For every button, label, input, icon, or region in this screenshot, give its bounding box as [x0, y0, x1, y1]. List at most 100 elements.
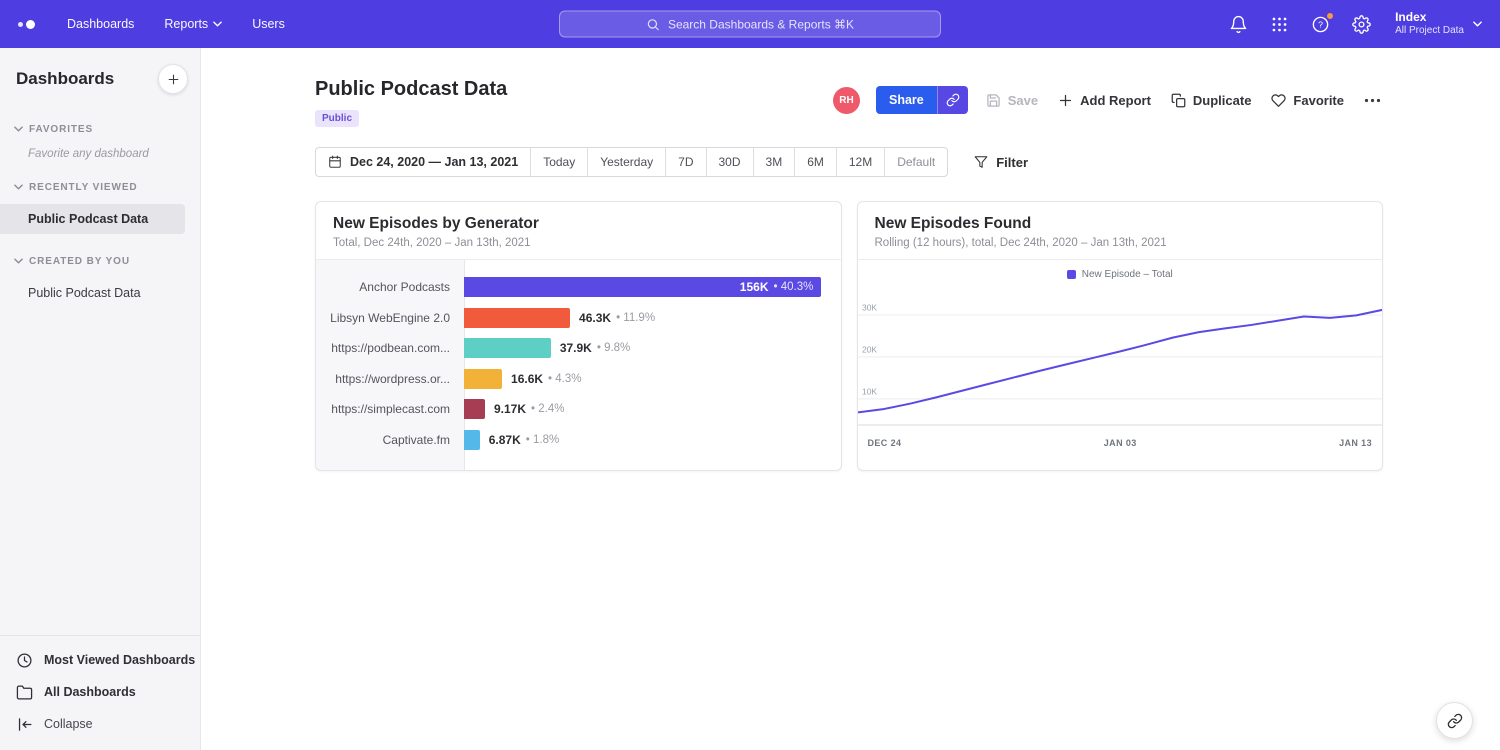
- sidebar-footer: Most Viewed Dashboards All Dashboards Co…: [0, 635, 200, 750]
- heart-icon: [1271, 93, 1286, 108]
- visibility-badge: Public: [315, 110, 359, 127]
- preset-3m[interactable]: 3M: [753, 148, 795, 176]
- preset-default[interactable]: Default: [884, 148, 947, 176]
- x-tick: DEC 24: [868, 438, 902, 448]
- search-placeholder: Search Dashboards & Reports ⌘K: [668, 17, 854, 31]
- svg-text:10K: 10K: [861, 386, 876, 396]
- bar-captivate[interactable]: [464, 430, 480, 450]
- bar-row: Libsyn WebEngine 2.0 46.3K • 11.9%: [316, 303, 841, 334]
- bar-libsyn[interactable]: [464, 308, 570, 328]
- header-actions: RH Share: [833, 78, 1383, 114]
- preset-7d[interactable]: 7D: [665, 148, 705, 176]
- primary-nav: Dashboards Reports Users: [67, 17, 285, 31]
- chevron-down-icon: [14, 184, 23, 190]
- most-viewed-dashboards-button[interactable]: Most Viewed Dashboards: [0, 644, 200, 676]
- bar-simplecast[interactable]: [464, 399, 485, 419]
- save-button[interactable]: Save: [984, 89, 1040, 112]
- clock-icon: [16, 652, 33, 669]
- preset-6m[interactable]: 6M: [794, 148, 836, 176]
- sidebar-item-public-podcast-data-created[interactable]: Public Podcast Data: [0, 278, 185, 308]
- nav-users[interactable]: Users: [252, 17, 285, 31]
- share-group: Share: [876, 86, 968, 114]
- bar-row: https://simplecast.com 9.17K • 2.4%: [316, 394, 841, 425]
- nav-dashboards[interactable]: Dashboards: [67, 17, 134, 31]
- bar-row: https://podbean.com... 37.9K • 9.8%: [316, 333, 841, 364]
- legend-swatch: [1067, 270, 1076, 279]
- mixpanel-logo[interactable]: [16, 16, 37, 33]
- bar-anchor-podcasts[interactable]: 156K • 40.3%: [464, 277, 821, 297]
- share-button[interactable]: Share: [876, 86, 937, 114]
- more-dots-icon: [1364, 98, 1381, 103]
- calendar-icon: [328, 155, 342, 169]
- apps-grid-button[interactable]: [1268, 13, 1291, 36]
- date-range-button[interactable]: Dec 24, 2020 — Jan 13, 2021: [316, 148, 530, 176]
- filter-button[interactable]: Filter: [974, 155, 1028, 170]
- logo-dot-small: [18, 22, 23, 27]
- chart-legend: New Episode – Total: [858, 263, 1383, 285]
- bar-podbean[interactable]: [464, 338, 551, 358]
- search-icon: [646, 17, 660, 31]
- chevron-down-icon: [14, 126, 23, 132]
- help-button[interactable]: ?: [1309, 13, 1332, 36]
- toolbar: Dec 24, 2020 — Jan 13, 2021 Today Yester…: [315, 147, 1383, 177]
- link-icon: [1447, 713, 1463, 729]
- settings-button[interactable]: [1350, 13, 1373, 36]
- project-subtitle: All Project Data: [1395, 25, 1464, 38]
- all-dashboards-button[interactable]: All Dashboards: [0, 676, 200, 708]
- card-title: New Episodes by Generator: [333, 215, 824, 233]
- bar-chart: Anchor Podcasts 156K • 40.3% Libsyn WebE…: [316, 260, 841, 470]
- preset-yesterday[interactable]: Yesterday: [587, 148, 665, 176]
- x-tick: JAN 13: [1339, 438, 1372, 448]
- nav-reports[interactable]: Reports: [164, 17, 222, 31]
- plus-icon: [167, 73, 180, 86]
- favorite-button[interactable]: Favorite: [1269, 89, 1346, 112]
- line-chart[interactable]: 10K20K30K: [858, 285, 1383, 435]
- more-options-button[interactable]: [1362, 92, 1383, 109]
- bell-icon: [1229, 15, 1248, 34]
- line-chart-card: New Episodes Found Rolling (12 hours), t…: [857, 201, 1384, 471]
- x-tick: JAN 03: [1104, 438, 1137, 448]
- svg-text:?: ?: [1318, 19, 1323, 29]
- card-subtitle: Rolling (12 hours), total, Dec 24th, 202…: [875, 237, 1366, 249]
- link-icon: [946, 93, 960, 107]
- preset-30d[interactable]: 30D: [706, 148, 753, 176]
- bar-row: Captivate.fm 6.87K • 1.8%: [316, 425, 841, 456]
- section-created-by-you[interactable]: CREATED BY YOU: [0, 250, 200, 272]
- app-window: Dashboards Reports Users Search Dashboar…: [0, 0, 1500, 750]
- card-subtitle: Total, Dec 24th, 2020 – Jan 13th, 2021: [333, 237, 824, 249]
- project-switcher[interactable]: Index All Project Data: [1395, 10, 1482, 38]
- search-input[interactable]: Search Dashboards & Reports ⌘K: [559, 11, 941, 38]
- section-favorites[interactable]: FAVORITES: [0, 118, 200, 140]
- plus-icon: [1058, 93, 1073, 108]
- gear-icon: [1352, 15, 1371, 34]
- floating-link-button[interactable]: [1436, 702, 1473, 739]
- avatar[interactable]: RH: [833, 87, 860, 114]
- preset-12m[interactable]: 12M: [836, 148, 884, 176]
- x-axis: DEC 24 JAN 03 JAN 13: [858, 435, 1383, 448]
- bar-row: Anchor Podcasts 156K • 40.3%: [316, 272, 841, 303]
- funnel-icon: [974, 155, 988, 169]
- add-dashboard-button[interactable]: [158, 64, 188, 94]
- duplicate-button[interactable]: Duplicate: [1169, 89, 1254, 112]
- page-title: Public Podcast Data: [315, 78, 507, 101]
- alerts-button[interactable]: [1227, 13, 1250, 36]
- sidebar: Dashboards FAVORITES Favorite any dashbo…: [0, 48, 201, 750]
- sidebar-item-public-podcast-data[interactable]: Public Podcast Data: [0, 204, 185, 234]
- main-content: Public Podcast Data Public RH Share: [201, 48, 1500, 750]
- add-report-button[interactable]: Add Report: [1056, 89, 1153, 112]
- favorites-empty-text: Favorite any dashboard: [0, 140, 200, 160]
- save-icon: [986, 93, 1001, 108]
- apps-grid-icon: [1270, 15, 1289, 34]
- project-name: Index: [1395, 10, 1464, 25]
- copy-link-button[interactable]: [937, 86, 968, 114]
- section-recently-viewed[interactable]: RECENTLY VIEWED: [0, 176, 200, 198]
- duplicate-icon: [1171, 93, 1186, 108]
- collapse-sidebar-button[interactable]: Collapse: [0, 708, 200, 740]
- bar-row: https://wordpress.or... 16.6K • 4.3%: [316, 364, 841, 395]
- logo-dot-large: [26, 20, 35, 29]
- preset-today[interactable]: Today: [530, 148, 587, 176]
- bar-wordpress[interactable]: [464, 369, 502, 389]
- chevron-down-icon: [14, 258, 23, 264]
- chevron-down-icon: [213, 21, 222, 27]
- collapse-icon: [16, 716, 33, 733]
